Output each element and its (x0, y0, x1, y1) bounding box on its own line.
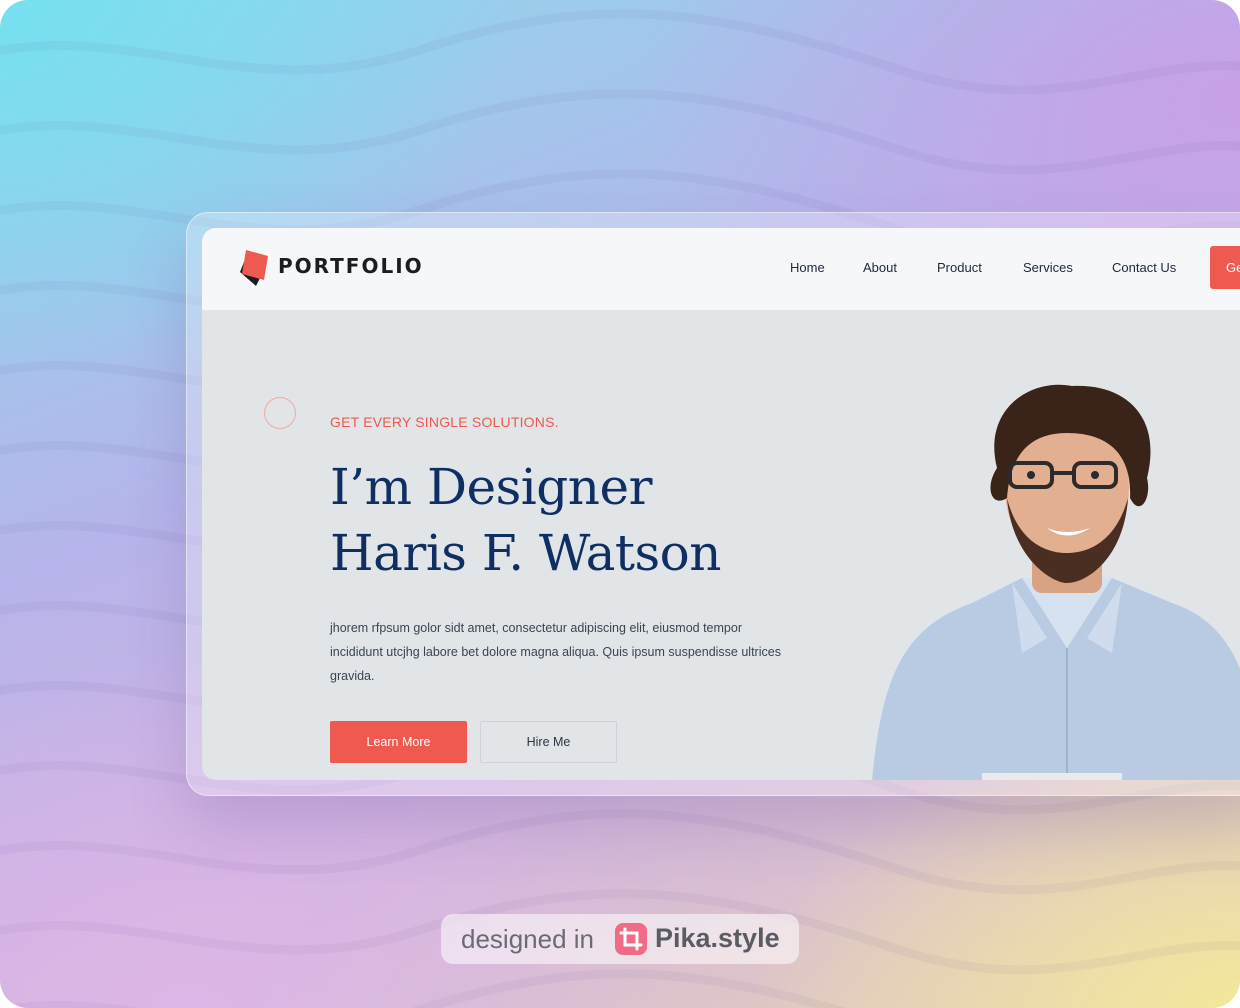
learn-more-button[interactable]: Learn More (330, 721, 467, 763)
site-header: PORTFOLIO Home About Product Services Co… (202, 228, 1240, 311)
designer-portrait (872, 384, 1240, 780)
nav-contact-us[interactable]: Contact Us (1112, 260, 1176, 275)
logo-icon (240, 250, 268, 286)
badge-prefix: designed in (461, 924, 594, 954)
nav-services[interactable]: Services (1023, 260, 1073, 275)
pika-badge[interactable]: designed in Pika.style (441, 914, 799, 964)
hero-headline: I’m Designer Haris F. Watson (330, 454, 850, 586)
showcase-background: PORTFOLIO Home About Product Services Co… (0, 0, 1240, 1008)
headline-line-2: Haris F. Watson (330, 524, 721, 582)
headline-line-1: I’m Designer (330, 458, 652, 516)
logo-text[interactable]: PORTFOLIO (278, 254, 424, 278)
decorative-ring (264, 397, 296, 429)
badge-brand: Pika.style (655, 923, 780, 953)
nav-home[interactable]: Home (790, 260, 825, 275)
nav-about[interactable]: About (863, 260, 897, 275)
nav-cta-button[interactable]: Ge (1210, 246, 1240, 289)
website-preview: PORTFOLIO Home About Product Services Co… (202, 228, 1240, 780)
hero-eyebrow: GET EVERY SINGLE SOLUTIONS. (330, 414, 559, 430)
crop-icon (615, 923, 647, 955)
hire-me-button[interactable]: Hire Me (480, 721, 617, 763)
nav-product[interactable]: Product (937, 260, 982, 275)
hero-paragraph: jhorem rfpsum golor sidt amet, consectet… (330, 621, 781, 683)
